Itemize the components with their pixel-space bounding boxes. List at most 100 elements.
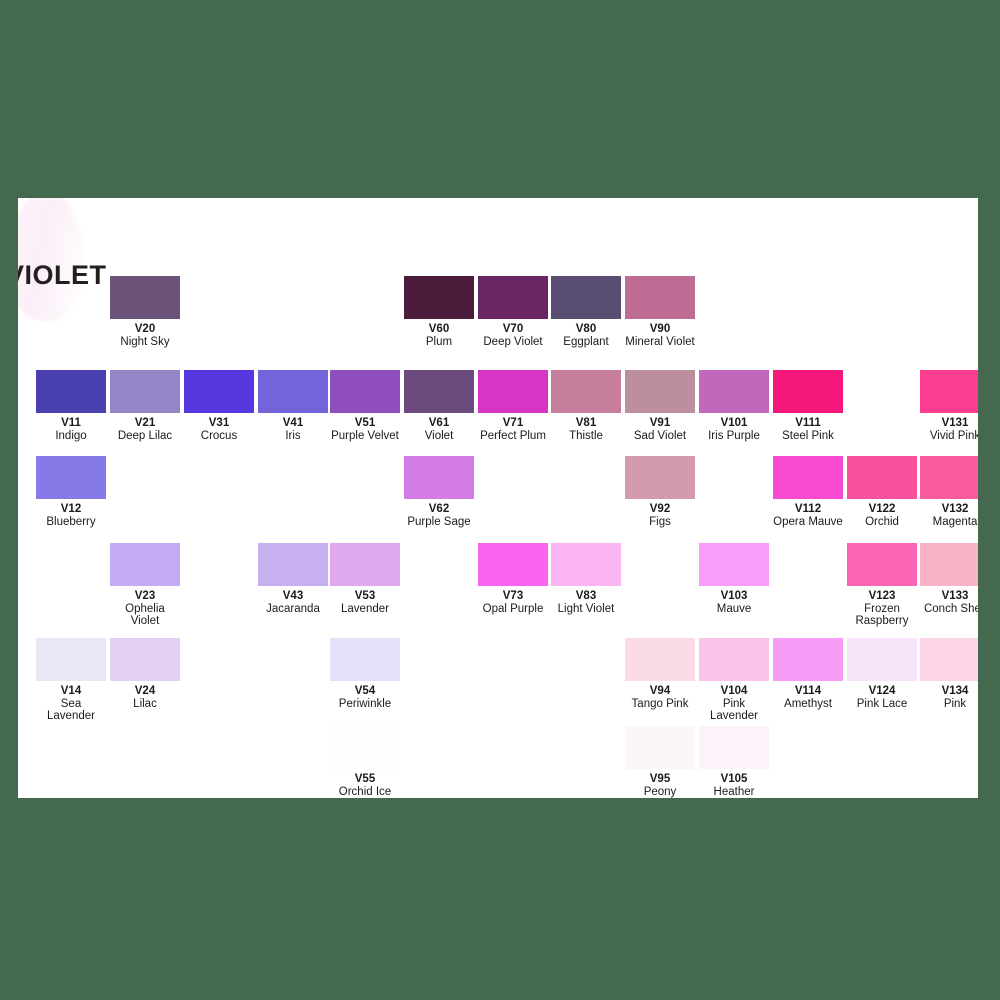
swatch-label: V112 Opera Mauve xyxy=(773,503,843,528)
swatch-label: V31 Crocus xyxy=(184,417,254,442)
swatch-name: Iris xyxy=(285,429,301,442)
swatch-label: V70 Deep Violet xyxy=(478,323,548,348)
swatch-code: V21 xyxy=(134,417,156,429)
swatch-label: V21 Deep Lilac xyxy=(110,417,180,442)
swatch-code: V11 xyxy=(61,417,81,429)
swatch-cell: V43 Jacaranda xyxy=(258,543,328,615)
color-swatch xyxy=(920,543,978,586)
swatch-label: V103 Mauve xyxy=(699,590,769,615)
swatch-name: Pink Lace xyxy=(856,697,908,710)
color-swatch xyxy=(478,543,548,586)
swatch-cell: V23 Ophelia Violet xyxy=(110,543,180,628)
color-swatch xyxy=(920,456,978,499)
swatch-cell: V20 Night Sky xyxy=(110,276,180,348)
swatch-cell: V132 Magenta xyxy=(920,456,978,528)
swatch-label: V23 Ophelia Violet xyxy=(110,590,180,628)
swatch-code: V133 xyxy=(941,590,969,602)
swatch-name: Purple Velvet xyxy=(331,429,399,442)
swatch-label: V41 Iris xyxy=(258,417,328,442)
swatch-cell: V103 Mauve xyxy=(699,543,769,615)
swatch-code: V95 xyxy=(649,773,671,785)
swatch-label: V95 Peony xyxy=(625,773,695,798)
color-swatch xyxy=(625,638,695,681)
swatch-code: V134 xyxy=(941,685,969,697)
swatch-cell: V92 Figs xyxy=(625,456,695,528)
color-swatch xyxy=(551,370,621,413)
swatch-code: V124 xyxy=(868,685,896,697)
color-swatch xyxy=(625,726,695,769)
swatch-cell: V54 Periwinkle xyxy=(330,638,400,710)
swatch-label: V92 Figs xyxy=(625,503,695,528)
color-swatch xyxy=(478,370,548,413)
swatch-cell: V105 Heather xyxy=(699,726,769,798)
swatch-label: V111 Steel Pink xyxy=(773,417,843,442)
swatch-cell: V131 Vivid Pink xyxy=(920,370,978,442)
swatch-label: V71 Perfect Plum xyxy=(478,417,548,442)
swatch-cell: V62 Purple Sage xyxy=(404,456,474,528)
swatch-name: Conch Shell xyxy=(923,602,978,615)
swatch-code: V80 xyxy=(575,323,597,335)
color-swatch xyxy=(847,543,917,586)
color-swatch xyxy=(330,726,400,769)
swatch-name: Pink xyxy=(943,697,967,710)
swatch-name: Violet xyxy=(424,429,454,442)
swatch-label: V12 Blueberry xyxy=(36,503,106,528)
swatch-name: Lavender xyxy=(341,602,389,615)
swatch-code: V71 xyxy=(502,417,524,429)
color-swatch xyxy=(184,370,254,413)
swatch-name: Amethyst xyxy=(784,697,832,710)
color-swatch xyxy=(404,456,474,499)
color-swatch xyxy=(36,456,106,499)
swatch-label: V101 Iris Purple xyxy=(699,417,769,442)
swatch-code: V23 xyxy=(134,590,156,602)
swatch-cell: V114 Amethyst xyxy=(773,638,843,710)
swatch-code: V31 xyxy=(208,417,230,429)
swatch-name: Magenta xyxy=(932,515,978,528)
swatch-name: Pink Lavender xyxy=(710,697,758,723)
swatch-label: V83 Light Violet xyxy=(551,590,621,615)
swatch-name: Opal Purple xyxy=(482,602,544,615)
swatch-label: V133Conch Shell xyxy=(920,590,978,615)
color-swatch xyxy=(478,276,548,319)
swatch-cell: V61 Violet xyxy=(404,370,474,442)
color-swatch xyxy=(330,638,400,681)
swatch-code: V41 xyxy=(282,417,304,429)
color-swatch xyxy=(404,276,474,319)
swatch-cell: V81 Thistle xyxy=(551,370,621,442)
swatch-name: Vivid Pink xyxy=(929,429,978,442)
swatch-label: V124 Pink Lace xyxy=(847,685,917,710)
swatch-label: V55 Orchid Ice xyxy=(330,773,400,798)
swatch-cell: V51 Purple Velvet xyxy=(330,370,400,442)
swatch-cell: V21 Deep Lilac xyxy=(110,370,180,442)
page-title: VIOLET xyxy=(18,260,107,290)
color-swatch xyxy=(110,638,180,681)
swatch-label: V81 Thistle xyxy=(551,417,621,442)
swatch-code: V92 xyxy=(649,503,671,515)
swatch-code: V105 xyxy=(720,773,748,785)
swatch-name: Sea Lavender xyxy=(47,697,95,723)
swatch-cell: V90 Mineral Violet xyxy=(625,276,695,348)
swatch-code: V101 xyxy=(720,417,748,429)
color-swatch xyxy=(110,276,180,319)
swatch-label: V73 Opal Purple xyxy=(478,590,548,615)
swatch-code: V43 xyxy=(282,590,304,602)
swatch-cell: V104 Pink Lavender xyxy=(699,638,769,723)
swatch-name: Thistle xyxy=(569,429,603,442)
swatch-cell: V31 Crocus xyxy=(184,370,254,442)
swatch-code: V83 xyxy=(575,590,597,602)
swatch-code: V94 xyxy=(649,685,671,697)
swatch-code: V123 xyxy=(868,590,896,602)
swatch-cell: V95 Peony xyxy=(625,726,695,798)
swatch-label: V60 Plum xyxy=(404,323,474,348)
swatch-name: Crocus xyxy=(200,429,238,442)
color-swatch xyxy=(551,543,621,586)
color-swatch xyxy=(625,276,695,319)
color-swatch xyxy=(330,370,400,413)
swatch-code: V114 xyxy=(794,685,822,697)
swatch-name: Purple Sage xyxy=(407,515,471,528)
swatch-name: Steel Pink xyxy=(782,429,834,442)
swatch-cell: V111 Steel Pink xyxy=(773,370,843,442)
swatch-name: Ophelia Violet xyxy=(125,602,165,628)
swatch-code: V24 xyxy=(134,685,156,697)
color-swatch xyxy=(773,638,843,681)
